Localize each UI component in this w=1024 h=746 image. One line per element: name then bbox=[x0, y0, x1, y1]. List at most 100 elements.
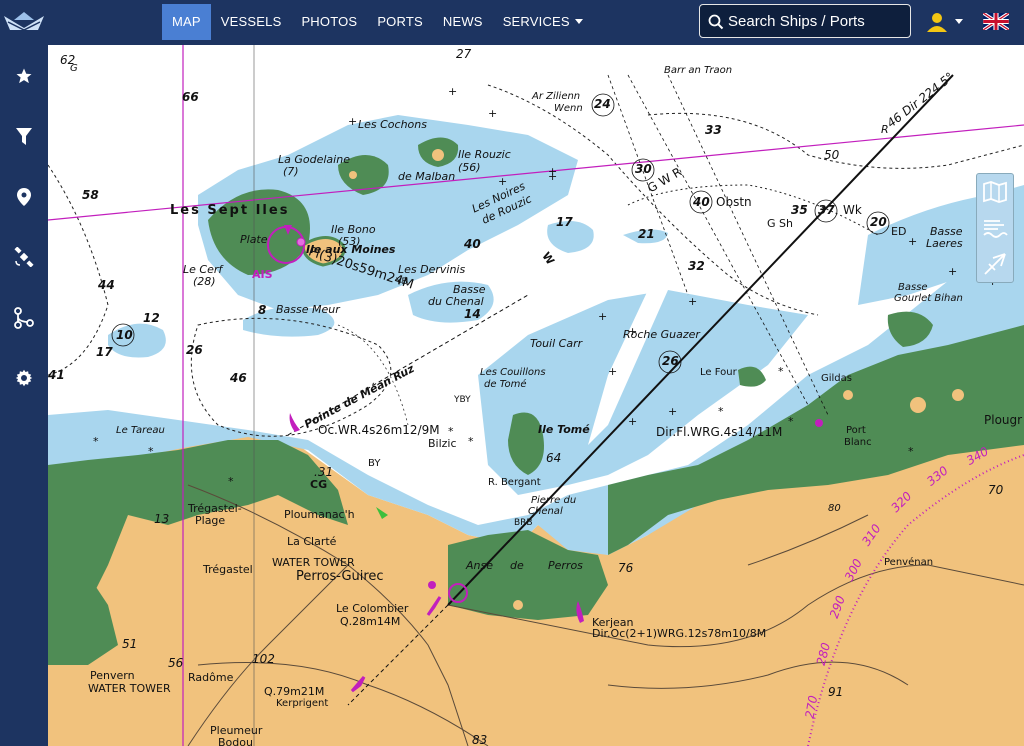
label-anse-de: de bbox=[510, 559, 524, 572]
label-bilzic: Bilzic bbox=[428, 437, 457, 450]
label-ais: AIS bbox=[252, 268, 273, 281]
nav-services[interactable]: SERVICES bbox=[493, 4, 593, 40]
map-tools-panel bbox=[976, 173, 1014, 283]
depth: 46 bbox=[230, 371, 247, 385]
settings-button[interactable] bbox=[0, 358, 48, 398]
filter-button[interactable] bbox=[0, 117, 48, 157]
label-gourlet2: Gourlet Bihan bbox=[894, 293, 963, 304]
svg-text:+: + bbox=[628, 415, 637, 428]
label-by: BY bbox=[368, 458, 381, 469]
satellite-button[interactable] bbox=[0, 237, 48, 277]
label-yby: YBY bbox=[454, 395, 471, 405]
label-ile-tome: Ile Tomé bbox=[538, 423, 590, 436]
label-r: R bbox=[881, 123, 889, 136]
svg-text:+: + bbox=[488, 107, 497, 120]
depth: 30 bbox=[635, 162, 652, 176]
depth: 8 bbox=[258, 303, 267, 317]
map-pin-icon bbox=[17, 188, 31, 206]
label-yb: YB bbox=[396, 277, 408, 287]
label-couillons: Les Couillons bbox=[480, 367, 546, 378]
depth: 41 bbox=[48, 368, 65, 382]
label-dervinis: Les Dervinis bbox=[398, 263, 466, 276]
measure-button[interactable] bbox=[977, 246, 1013, 282]
depth: 20 bbox=[870, 215, 887, 229]
svg-text:*: * bbox=[468, 435, 474, 448]
depth: 14 bbox=[464, 307, 481, 321]
search-icon bbox=[708, 14, 724, 30]
depth: 50 bbox=[824, 148, 840, 162]
label-cochons: Les Cochons bbox=[358, 118, 427, 131]
label-plougr: Plougr bbox=[984, 413, 1023, 427]
label-malban: de Malban bbox=[398, 170, 456, 183]
chart-canvas: +++ +++ +++ +++ +++ *** *** *** bbox=[48, 45, 1024, 746]
route-button[interactable] bbox=[0, 298, 48, 338]
depth: 102 bbox=[252, 652, 275, 666]
filter-icon bbox=[16, 128, 32, 145]
depth: 37 bbox=[818, 203, 835, 217]
depth: G bbox=[70, 63, 78, 74]
user-menu[interactable] bbox=[926, 12, 963, 32]
label-wenn: Wenn bbox=[554, 103, 583, 114]
nautical-chart-map[interactable]: +++ +++ +++ +++ +++ *** *** *** Les Sept… bbox=[48, 45, 1024, 746]
depth: 64 bbox=[546, 451, 562, 465]
search-input[interactable] bbox=[728, 5, 908, 37]
depth: 66 bbox=[182, 90, 199, 104]
label-cerf-n: (28) bbox=[193, 275, 216, 288]
svg-text:*: * bbox=[778, 365, 784, 378]
satellite-icon bbox=[14, 247, 34, 267]
map-layers-button[interactable] bbox=[977, 174, 1013, 210]
nav-vessels[interactable]: VESSELS bbox=[211, 4, 292, 40]
label-tregastel: Trégastel bbox=[203, 563, 253, 576]
nav-news[interactable]: NEWS bbox=[433, 4, 493, 40]
main-nav: MAP VESSELS PHOTOS PORTS NEWS SERVICES bbox=[162, 4, 593, 40]
svg-text:*: * bbox=[228, 475, 234, 488]
label-bodou: Bodou bbox=[218, 736, 253, 746]
nav-photos[interactable]: PHOTOS bbox=[291, 4, 367, 40]
depth: 33 bbox=[705, 123, 722, 137]
uk-flag-icon[interactable] bbox=[983, 13, 1009, 30]
label-anse: Anse bbox=[466, 559, 493, 572]
depth: 58 bbox=[82, 188, 99, 202]
label-bergant: R. Bergant bbox=[488, 477, 541, 488]
favorites-button[interactable] bbox=[0, 56, 48, 96]
left-sidebar bbox=[0, 45, 48, 746]
depth: 80 bbox=[828, 503, 841, 514]
label-barr: Barr an Traon bbox=[664, 65, 733, 76]
svg-text:+: + bbox=[668, 405, 677, 418]
search-box[interactable] bbox=[699, 4, 911, 38]
depth: 32 bbox=[688, 259, 705, 273]
label-roche-guaze: Roche Guazer bbox=[623, 328, 700, 341]
label-clarte: La Clarté bbox=[287, 535, 337, 548]
label-kerjean-l: Dir.Oc(2+1)WRG.12s78m10/8M bbox=[592, 627, 767, 640]
depth: 51 bbox=[122, 637, 138, 651]
map-icon bbox=[983, 181, 1007, 203]
route-icon bbox=[14, 307, 34, 329]
label-tareau: Le Tareau bbox=[116, 425, 165, 436]
nav-map[interactable]: MAP bbox=[162, 4, 211, 40]
label-obstn: Obstn bbox=[716, 195, 752, 209]
depth: 76 bbox=[618, 561, 634, 575]
places-button[interactable] bbox=[0, 177, 48, 217]
depth: 35 bbox=[791, 203, 808, 217]
depth: 44 bbox=[98, 278, 115, 292]
label-q79: Q.79m21M bbox=[264, 685, 325, 698]
label-touil: Touil Carr bbox=[530, 337, 583, 350]
label-pierre: Pierre du bbox=[531, 495, 577, 506]
weather-button[interactable] bbox=[977, 210, 1013, 246]
depth: 12 bbox=[143, 311, 160, 325]
top-navbar: MAP VESSELS PHOTOS PORTS NEWS SERVICES bbox=[0, 0, 1024, 45]
logo-icon[interactable] bbox=[0, 8, 48, 38]
label-plate: Plate bbox=[240, 233, 268, 246]
label-wk: Wk bbox=[843, 203, 862, 217]
chevron-down-icon bbox=[955, 19, 963, 24]
label-tregastel-plage2: Plage bbox=[195, 514, 226, 527]
depth: 83 bbox=[472, 733, 488, 746]
depth: 10 bbox=[116, 328, 133, 342]
label-anse-perros: Perros bbox=[548, 559, 583, 572]
nav-ports[interactable]: PORTS bbox=[367, 4, 433, 40]
svg-text:+: + bbox=[548, 165, 557, 178]
depth: 40 bbox=[693, 195, 710, 209]
label-radome: Radôme bbox=[188, 671, 234, 684]
label-colombier-l: Q.28m14M bbox=[340, 615, 401, 628]
label-basse-meur: Basse Meur bbox=[276, 303, 340, 316]
